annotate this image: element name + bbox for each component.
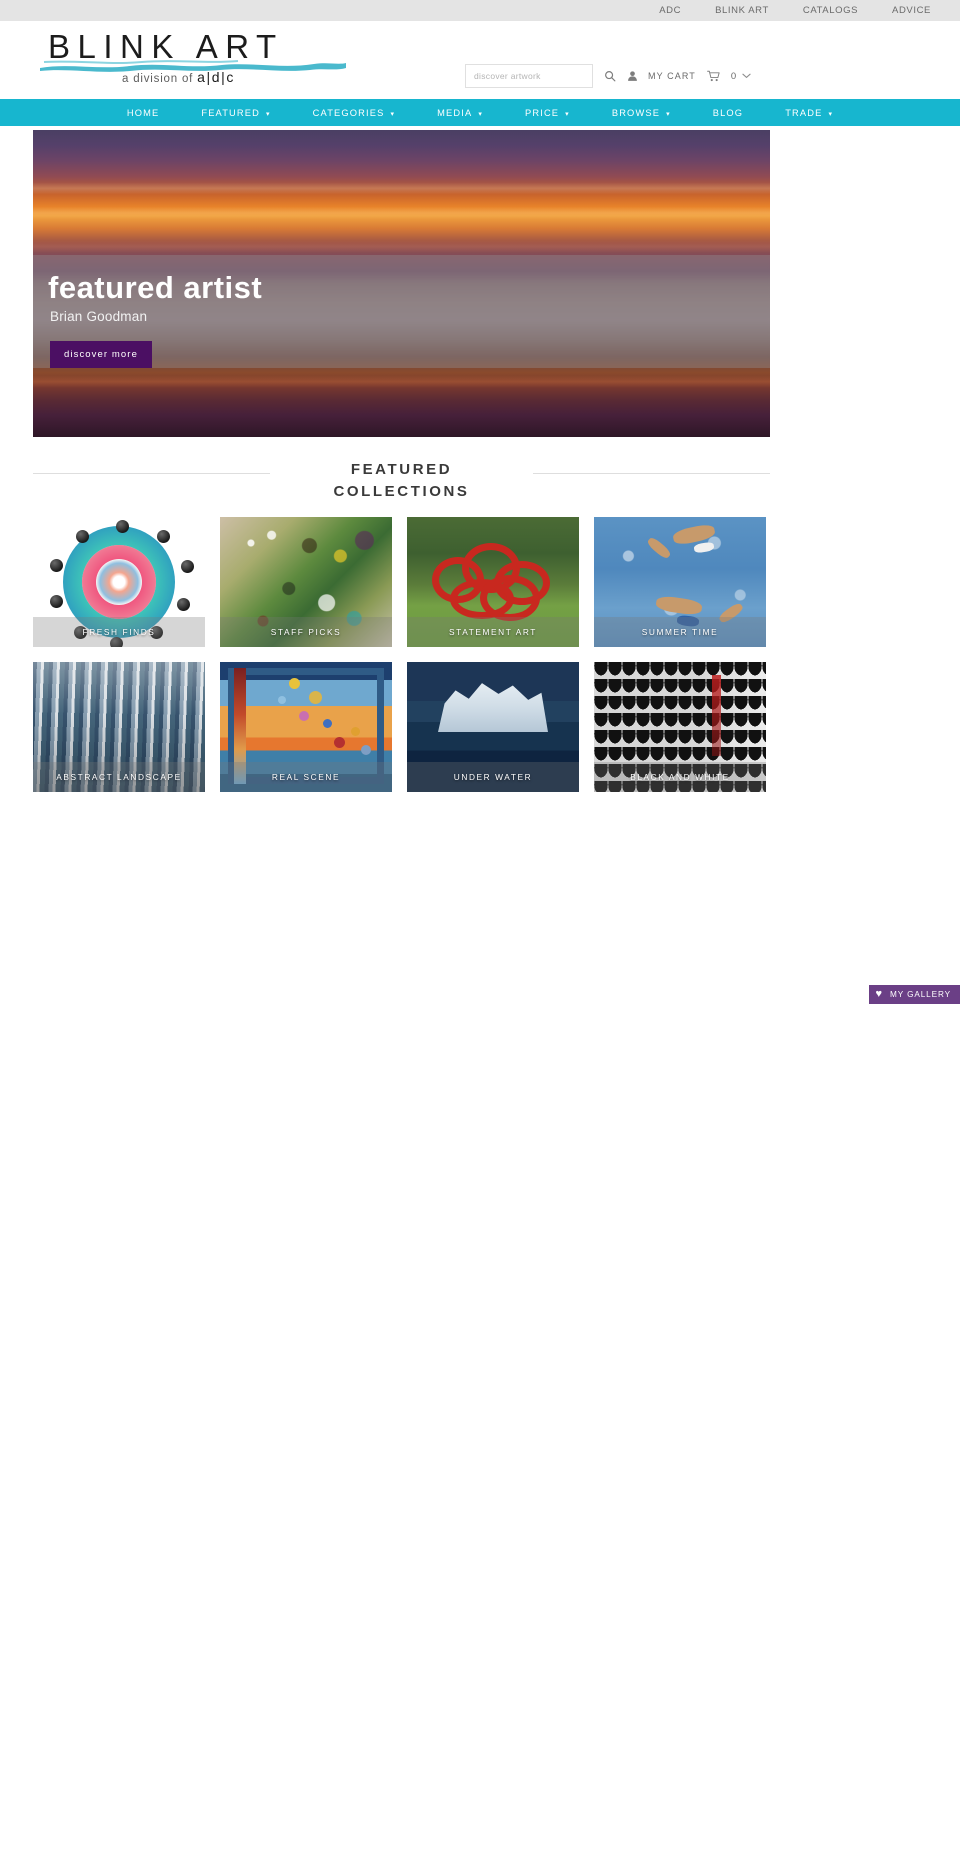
nav-item-home[interactable]: HOME bbox=[106, 108, 181, 118]
collection-tile-label: STAFF PICKS bbox=[220, 617, 392, 647]
hero-banner[interactable]: featured artist Brian Goodman discover m… bbox=[33, 130, 770, 437]
collection-tile-label: STATEMENT ART bbox=[407, 617, 579, 647]
collection-tile-under-water[interactable]: UNDER WATER bbox=[407, 662, 579, 792]
nav-item-browse[interactable]: BROWSE ▾ bbox=[591, 108, 692, 118]
chevron-down-icon: ▾ bbox=[390, 110, 396, 118]
my-cart-link[interactable]: MY CART bbox=[648, 71, 696, 81]
section-title-line1: FEATURED bbox=[350, 461, 453, 478]
logo-tagline: a division of a|d|c bbox=[122, 69, 235, 85]
hero-copy: featured artist Brian Goodman discover m… bbox=[48, 270, 262, 368]
nav-label: BROWSE bbox=[611, 107, 661, 118]
hero-title: featured artist bbox=[48, 270, 263, 305]
nav-item-featured[interactable]: FEATURED ▾ bbox=[180, 108, 291, 118]
divider-left bbox=[33, 473, 270, 474]
nav-item-blog[interactable]: BLOG bbox=[692, 108, 764, 118]
nav-item-price[interactable]: PRICE ▾ bbox=[504, 108, 591, 118]
chevron-down-icon: ▾ bbox=[666, 110, 671, 118]
chevron-down-icon: ▾ bbox=[565, 110, 570, 118]
logo-tagline-brand: a|d|c bbox=[197, 69, 235, 85]
nav-item-media[interactable]: MEDIA ▾ bbox=[416, 108, 504, 118]
logo-wordmark: BLINK ART bbox=[48, 28, 284, 65]
utility-link-blink-art[interactable]: BLINK ART bbox=[715, 5, 769, 16]
cart-item-count: 0 bbox=[730, 70, 737, 82]
nav-item-categories[interactable]: CATEGORIES ▾ bbox=[292, 108, 416, 118]
logo-tagline-prefix: a division of bbox=[122, 73, 194, 85]
search-input[interactable] bbox=[465, 64, 593, 88]
main-navigation: HOME FEATURED ▾ CATEGORIES ▾ MEDIA ▾ PRI… bbox=[0, 99, 960, 126]
nav-label: BLOG bbox=[712, 107, 744, 118]
search-icon[interactable] bbox=[604, 70, 616, 82]
nav-item-trade[interactable]: TRADE ▾ bbox=[764, 108, 854, 118]
heart-icon: ♥ bbox=[875, 988, 883, 1000]
utility-bar: ADC BLINK ART CATALOGS ADVICE bbox=[0, 0, 960, 21]
chevron-down-icon: ▾ bbox=[478, 110, 483, 118]
collection-tile-grid: FRESH FINDS STAFF PICKS STATEMENT ART SU… bbox=[33, 517, 770, 792]
collection-tile-label: SUMMER TIME bbox=[594, 617, 766, 647]
shopping-cart-icon[interactable] bbox=[706, 70, 720, 82]
discover-more-button[interactable]: discover more bbox=[50, 341, 152, 368]
collection-tile-label: ABSTRACT LANDSCAPE bbox=[33, 762, 205, 792]
page-content: featured artist Brian Goodman discover m… bbox=[0, 130, 960, 792]
nav-label: FEATURED bbox=[201, 107, 260, 118]
collection-tile-real-scene[interactable]: REAL SCENE bbox=[220, 662, 392, 792]
section-title-line2: COLLECTIONS bbox=[333, 483, 470, 500]
hero-subtitle: Brian Goodman bbox=[50, 309, 148, 324]
my-gallery-tab[interactable]: ♥ MY GALLERY bbox=[868, 985, 960, 1004]
masthead: BLINK ART a division of a|d|c MY CART bbox=[0, 21, 960, 99]
section-title: FEATURED COLLECTIONS bbox=[286, 459, 517, 503]
user-icon[interactable] bbox=[627, 70, 638, 82]
divider-right bbox=[533, 473, 770, 474]
collection-tile-statement-art[interactable]: STATEMENT ART bbox=[407, 517, 579, 647]
my-gallery-label: MY GALLERY bbox=[889, 990, 951, 999]
collection-tile-black-and-white[interactable]: BLACK AND WHITE bbox=[594, 662, 766, 792]
featured-collections-header: FEATURED COLLECTIONS bbox=[33, 459, 770, 503]
collection-tile-label: REAL SCENE bbox=[220, 762, 392, 792]
collection-tile-label: FRESH FINDS bbox=[33, 617, 205, 647]
header-tools: MY CART 0 bbox=[465, 63, 751, 89]
utility-link-catalogs[interactable]: CATALOGS bbox=[803, 5, 858, 16]
nav-label: HOME bbox=[126, 107, 160, 118]
collection-tile-label: BLACK AND WHITE bbox=[594, 762, 766, 792]
collection-tile-fresh-finds[interactable]: FRESH FINDS bbox=[33, 517, 205, 647]
utility-link-advice[interactable]: ADVICE bbox=[892, 5, 931, 16]
chevron-down-icon[interactable] bbox=[742, 72, 751, 81]
chevron-down-icon: ▾ bbox=[266, 110, 271, 118]
collection-tile-summer-time[interactable]: SUMMER TIME bbox=[594, 517, 766, 647]
chevron-down-icon: ▾ bbox=[828, 110, 834, 118]
nav-label: TRADE bbox=[785, 107, 823, 118]
collection-tile-label: UNDER WATER bbox=[407, 762, 579, 792]
nav-label: CATEGORIES bbox=[312, 107, 385, 118]
site-logo[interactable]: BLINK ART a division of a|d|c bbox=[38, 29, 358, 91]
collection-tile-staff-picks[interactable]: STAFF PICKS bbox=[220, 517, 392, 647]
nav-label: MEDIA bbox=[437, 107, 473, 118]
nav-label: PRICE bbox=[525, 107, 560, 118]
utility-link-adc[interactable]: ADC bbox=[659, 5, 681, 16]
collection-tile-abstract-landscape[interactable]: ABSTRACT LANDSCAPE bbox=[33, 662, 205, 792]
